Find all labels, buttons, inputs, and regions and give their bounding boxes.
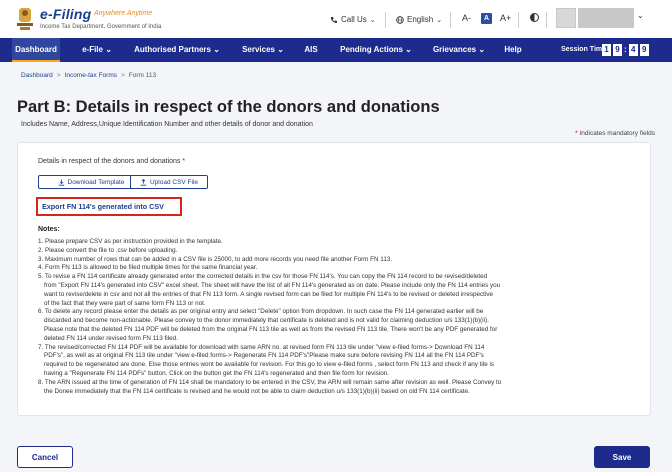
nav-help[interactable]: Help (500, 38, 526, 62)
contrast-icon[interactable] (530, 13, 539, 22)
logo-tagline: Anywhere Anytime (94, 10, 153, 17)
session-digit: 9 (613, 44, 622, 56)
chevron-down-icon: ⌄ (213, 45, 220, 54)
upload-icon (140, 178, 147, 186)
page-subtitle: Includes Name, Address,Unique Identifica… (21, 121, 313, 128)
note-line: PDF's", as well as at original FN 113 ti… (44, 352, 484, 360)
chevron-right-icon: > (120, 72, 125, 79)
session-digit: 1 (602, 44, 611, 56)
note-line: 7. The revised/corrected FN 114 PDF will… (38, 343, 485, 351)
font-normal-button[interactable]: A (481, 13, 492, 24)
notes-list: 1. Please prepare CSV as per instruction… (38, 238, 638, 396)
note-line: deleted FN 114 under revised form FN 113… (44, 334, 178, 342)
divider (450, 12, 451, 28)
chevron-down-icon: ⌄ (436, 16, 443, 24)
session-timer: 1 9 : 4 9 (602, 44, 649, 56)
session-digit: 4 (628, 44, 638, 56)
language-label: English (407, 15, 434, 24)
note-line: 5. To revise a FN 114 certificate alread… (38, 273, 488, 281)
nav-authorised-partners[interactable]: Authorised Partners ⌄ (130, 38, 224, 62)
chevron-down-icon: ⌄ (105, 45, 112, 54)
section-label: Details in respect of the donors and don… (38, 158, 186, 165)
note-line: want to revise/delete in csv and not all… (44, 290, 493, 298)
language-selector[interactable]: English ⌄ (396, 15, 442, 24)
note-line: 6. To delete any record please enter the… (38, 308, 484, 316)
chevron-right-icon: > (56, 72, 61, 79)
note-line: the Donee immediately that the FN 114 ce… (44, 387, 470, 395)
save-button[interactable]: Save (594, 446, 650, 468)
nav-grievances[interactable]: Grievances ⌄ (426, 38, 492, 62)
download-icon (58, 179, 64, 186)
note-line: Please note that the deleted FN 114 PDF … (44, 325, 498, 333)
breadcrumb-current: Form 113 (128, 72, 157, 79)
font-increase-button[interactable]: A+ (500, 13, 511, 23)
export-highlight-box: Export FN 114's generated into CSV (36, 197, 182, 216)
note-line: discarded and become non-actionable. Ple… (44, 317, 489, 325)
divider (518, 12, 519, 28)
note-line: of the fact that they were part of same … (44, 299, 206, 307)
note-line: 3. Maximum number of rows that can be ad… (38, 255, 393, 263)
globe-icon (396, 15, 404, 24)
call-us-menu[interactable]: Call Us ⌄ (330, 15, 376, 24)
nav-pending-actions[interactable]: Pending Actions ⌄ (336, 38, 416, 62)
export-fn114-link[interactable]: Export FN 114's generated into CSV (42, 202, 164, 211)
note-line: 8. The ARN issued at the time of generat… (38, 378, 502, 386)
donors-card: Details in respect of the donors and don… (17, 142, 651, 416)
emblem-icon (17, 8, 33, 30)
phone-icon (331, 16, 337, 23)
session-digit: 9 (639, 44, 649, 56)
session-colon: : (624, 45, 627, 54)
nav-efile[interactable]: e-File ⌄ (74, 38, 120, 62)
nav-ais[interactable]: AIS (298, 38, 324, 62)
upload-csv-button[interactable]: Upload CSV File (130, 175, 208, 189)
chevron-down-icon: ⌄ (478, 45, 486, 54)
breadcrumb-income-tax-forms[interactable]: Income-tax Forms (65, 72, 117, 79)
session-time-label: Session Time (561, 46, 607, 53)
note-line: required to be regenerated are done. Els… (44, 361, 494, 369)
chevron-down-icon: ⌄ (277, 45, 284, 54)
note-line: 4. Form FN 113 is allowed to be filed mu… (38, 264, 258, 272)
font-decrease-button[interactable]: A- (462, 13, 471, 23)
username-redacted[interactable] (578, 8, 634, 28)
notes-title: Notes: (38, 226, 60, 233)
note-line: 2. Please convert the file to .csv befor… (38, 246, 178, 254)
main-nav: Dashboard e-File ⌄ Authorised Partners ⌄… (0, 38, 672, 62)
note-line: having a "Regenerate FN 114 PDFs" button… (44, 369, 389, 377)
note-line: 1. Please prepare CSV as per instruction… (38, 238, 223, 245)
cancel-button[interactable]: Cancel (17, 446, 73, 468)
top-header: e-Filing Anywhere Anytime Income Tax Dep… (0, 0, 672, 38)
breadcrumb: Dashboard > Income-tax Forms > Form 113 (21, 72, 156, 79)
chevron-down-icon: ⌄ (405, 45, 412, 54)
nav-services[interactable]: Services ⌄ (234, 38, 292, 62)
page-title: Part B: Details in respect of the donors… (17, 98, 440, 116)
nav-dashboard[interactable]: Dashboard (12, 38, 60, 62)
logo-subtitle: Income Tax Department, Government of Ind… (40, 24, 162, 30)
divider (385, 12, 386, 28)
call-us-label: Call Us (341, 15, 367, 24)
breadcrumb-dashboard[interactable]: Dashboard (21, 72, 53, 79)
avatar[interactable] (556, 8, 576, 28)
note-line: from "Export FN 114's generated into CSV… (44, 281, 501, 289)
chevron-down-icon[interactable]: ⌄ (637, 11, 644, 20)
download-template-button[interactable]: Download Template (38, 175, 144, 189)
divider (546, 12, 547, 28)
logo-title[interactable]: e-Filing (40, 6, 91, 22)
mandatory-note: * Indicates mandatory fields (575, 130, 655, 137)
chevron-down-icon: ⌄ (369, 16, 376, 24)
